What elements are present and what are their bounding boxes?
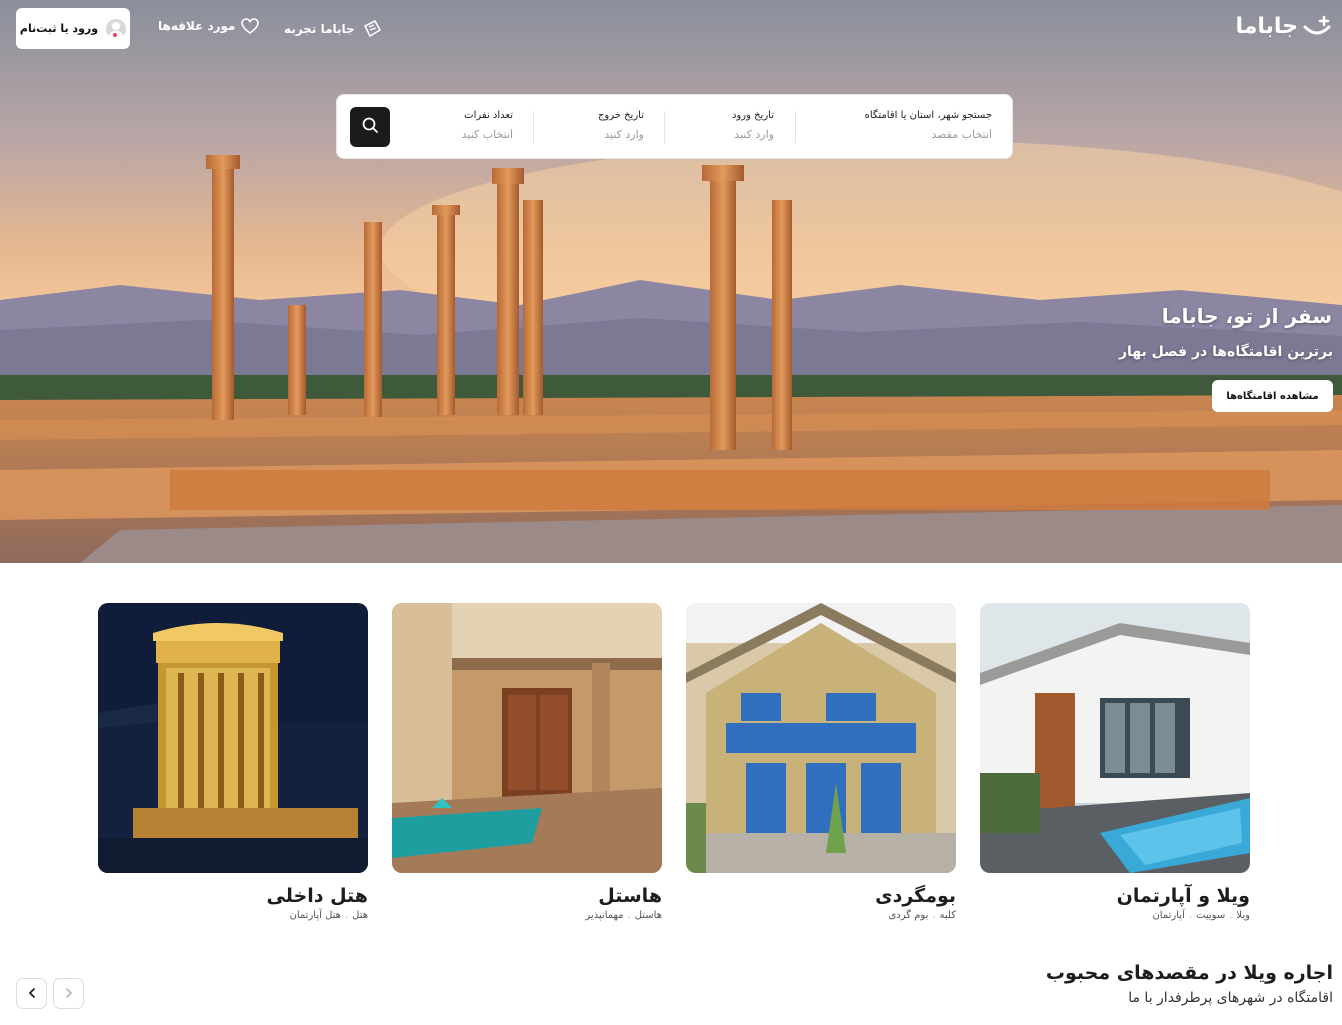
- carousel-next-button[interactable]: [16, 978, 47, 1009]
- search-bar: جستجو شهر، استان یا اقامتگاه انتخاب مقصد…: [336, 94, 1013, 159]
- guests-label: تعداد نفرات: [464, 110, 513, 121]
- category-title: ویلا و آپارتمان: [1116, 885, 1250, 907]
- checkout-field[interactable]: تاریخ خروج وارد کنید: [544, 95, 644, 160]
- tag: هتل آپارتمان: [289, 910, 341, 921]
- tag: ویلا: [1236, 910, 1250, 921]
- smile-plus-icon: [1302, 15, 1332, 39]
- tag: بوم گردی: [888, 910, 929, 921]
- login-label: ورود یا ثبت‌نام: [19, 22, 99, 35]
- checkin-field[interactable]: تاریخ ورود وارد کنید: [674, 95, 774, 160]
- hero-banner: جاباما جاباما تجربه مورد علاقه‌ها ورود ی…: [0, 0, 1342, 563]
- experience-label: جاباما تجربه: [284, 22, 355, 36]
- guests-field[interactable]: تعداد نفرات انتخاب کنید: [413, 95, 513, 160]
- destination-label: جستجو شهر، استان یا اقامتگاه: [864, 110, 992, 121]
- section-title: اجاره ویلا در مقصدهای محبوب: [1045, 962, 1333, 984]
- villa-image: [980, 603, 1250, 873]
- carousel-prev-button[interactable]: [53, 978, 84, 1009]
- hostel-image: [392, 603, 662, 873]
- persepolis-hero-image: [0, 0, 1342, 563]
- experience-link[interactable]: جاباما تجربه: [284, 18, 383, 40]
- chevron-right-icon: [63, 984, 75, 1003]
- guests-placeholder: انتخاب کنید: [461, 128, 513, 141]
- divider: [795, 111, 796, 143]
- tag: کلبه: [939, 910, 956, 921]
- divider: [533, 111, 534, 143]
- category-tags: کلبه. بوم گردی: [888, 910, 956, 921]
- favorites-link[interactable]: مورد علاقه‌ها: [158, 18, 260, 34]
- destination-placeholder: انتخاب مقصد: [931, 128, 992, 141]
- hero-title: سفر از تو، جاباما: [1161, 304, 1332, 328]
- category-card-ecolodge[interactable]: بومگردی کلبه. بوم گردی: [686, 603, 956, 921]
- checkout-placeholder: وارد کنید: [604, 128, 644, 141]
- category-title: بومگردی: [875, 885, 956, 907]
- ecolodge-image: [686, 603, 956, 873]
- logo-text: جاباما: [1235, 14, 1298, 39]
- category-card-villa[interactable]: ویلا و آپارتمان ویلا. سوییت. آپارتمان: [980, 603, 1250, 921]
- checkin-label: تاریخ ورود: [731, 110, 774, 121]
- notification-dot: [112, 32, 118, 38]
- chevron-left-icon: [26, 984, 38, 1003]
- divider: [664, 111, 665, 143]
- category-tags: هتل. هتل آپارتمان: [289, 910, 369, 921]
- map-ticket-icon: [361, 18, 383, 40]
- checkout-label: تاریخ خروج: [597, 110, 644, 121]
- tag: هتل: [352, 910, 368, 921]
- view-stays-button[interactable]: مشاهده اقامتگاه‌ها: [1212, 380, 1333, 412]
- category-title: هتل داخلی: [266, 885, 368, 907]
- category-title: هاستل: [598, 885, 662, 907]
- hotel-image: [98, 603, 368, 873]
- tag: هاستل: [634, 910, 662, 921]
- tag: مهمانپذیر: [585, 910, 624, 921]
- category-tags: هاستل. مهمانپذیر: [585, 910, 662, 921]
- category-tags: ویلا. سوییت. آپارتمان: [1152, 910, 1250, 921]
- login-button[interactable]: ورود یا ثبت‌نام: [16, 8, 130, 49]
- section-subtitle: اقامتگاه در شهرهای پرطرفدار با ما: [1128, 990, 1333, 1006]
- jabama-logo[interactable]: جاباما: [1235, 14, 1332, 39]
- heart-icon: [241, 18, 260, 34]
- hero-subtitle: برترین اقامتگاه‌ها در فصل بهار: [1118, 344, 1333, 360]
- destination-field[interactable]: جستجو شهر، استان یا اقامتگاه انتخاب مقصد: [842, 95, 992, 160]
- search-button[interactable]: [350, 107, 390, 147]
- checkin-placeholder: وارد کنید: [734, 128, 774, 141]
- category-card-hotel[interactable]: هتل داخلی هتل. هتل آپارتمان: [98, 603, 368, 921]
- tag: سوییت: [1196, 910, 1226, 921]
- tag: آپارتمان: [1152, 910, 1185, 921]
- category-card-hostel[interactable]: هاستل هاستل. مهمانپذیر: [392, 603, 662, 921]
- search-icon: [361, 116, 379, 138]
- favorites-label: مورد علاقه‌ها: [158, 19, 236, 33]
